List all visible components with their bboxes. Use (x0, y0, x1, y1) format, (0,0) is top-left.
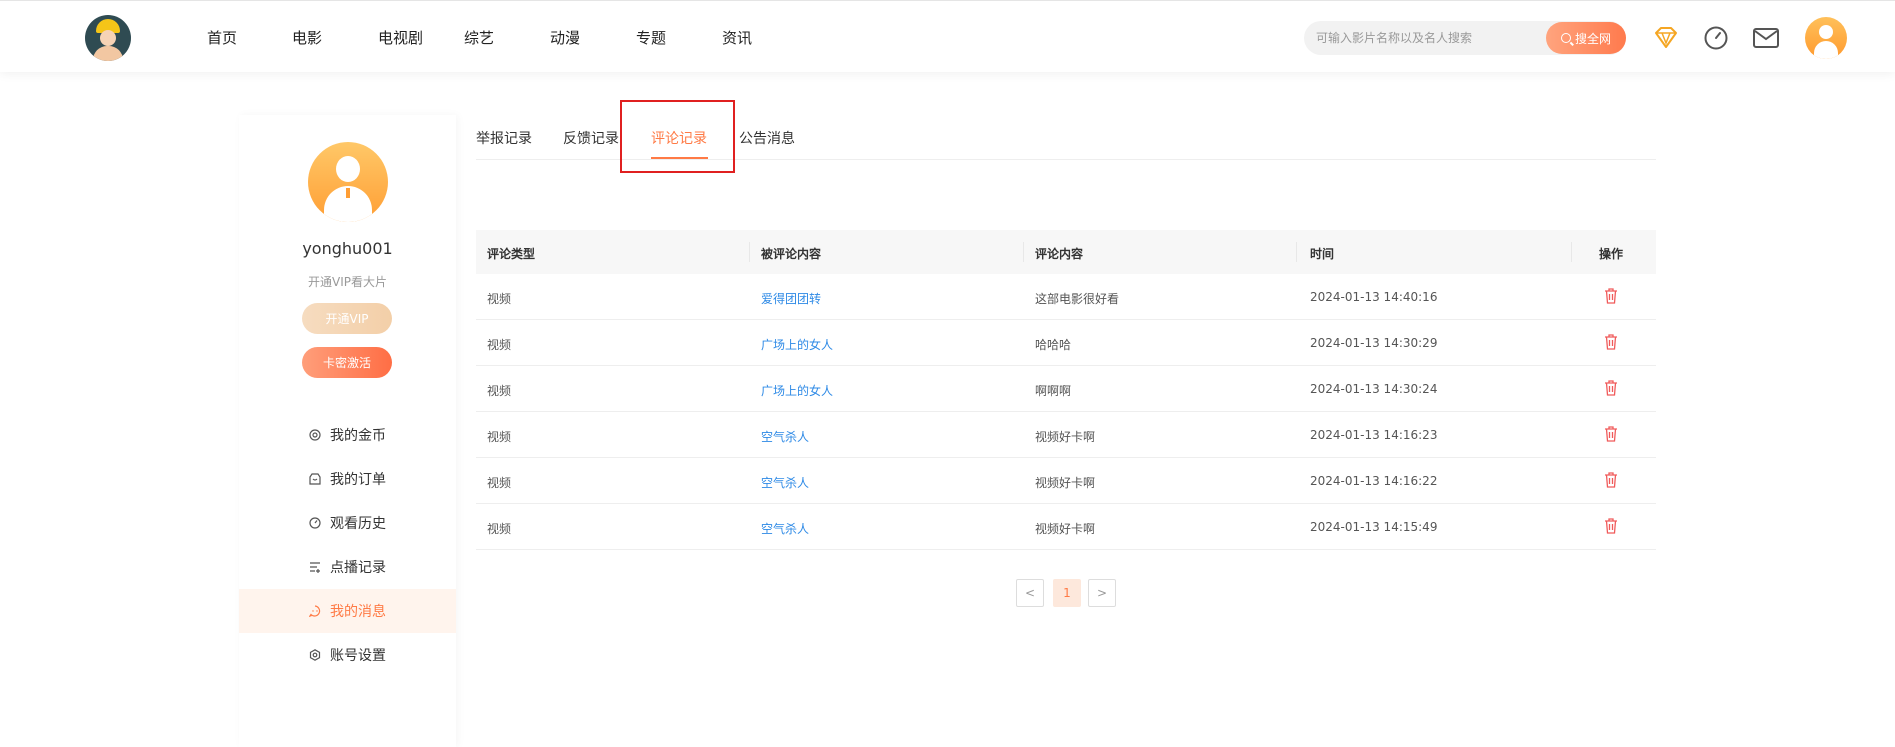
sidebar-item-coins[interactable]: 我的金币 (239, 413, 456, 457)
next-page-button[interactable]: > (1088, 579, 1116, 607)
diamond-icon[interactable] (1652, 25, 1680, 51)
cell-target-link[interactable]: 空气杀人 (761, 474, 809, 491)
delete-icon[interactable] (1604, 472, 1618, 488)
cell-content: 啊啊啊 (1035, 384, 1072, 398)
column-divider (749, 242, 750, 262)
search-button-label: 搜全网 (1574, 31, 1611, 46)
comments-table: 评论类型 被评论内容 评论内容 时间 操作 视频 爱得团团转 这部电影很好看 2… (476, 230, 1656, 550)
column-divider (1296, 242, 1297, 262)
table-row: 视频 空气杀人 视频好卡啊 2024-01-13 14:16:22 (476, 458, 1656, 504)
sidebar-item-label: 账号设置 (330, 648, 386, 664)
delete-icon[interactable] (1604, 334, 1618, 350)
site-logo[interactable] (85, 15, 131, 61)
header-avatar[interactable] (1805, 17, 1847, 59)
cell-target-link[interactable]: 爱得团团转 (761, 290, 821, 307)
nav-item-home[interactable]: 首页 (207, 27, 237, 48)
column-header-time: 时间 (1310, 247, 1335, 261)
nav-item-variety[interactable]: 综艺 (464, 27, 494, 48)
cell-target-link[interactable]: 广场上的女人 (761, 382, 833, 399)
order-icon (309, 473, 321, 485)
clock-icon[interactable] (1702, 25, 1730, 51)
cell-time: 2024-01-13 14:30:24 (1310, 382, 1438, 396)
search-button[interactable]: 搜全网 (1546, 22, 1626, 54)
column-divider (1571, 242, 1572, 262)
cell-target-link[interactable]: 广场上的女人 (761, 336, 833, 353)
playlist-icon (310, 562, 320, 573)
sidebar-item-label: 我的金币 (330, 428, 386, 444)
cell-type: 视频 (487, 338, 512, 352)
nav-item-topics[interactable]: 专题 (636, 27, 666, 48)
sidebar-item-orders[interactable]: 我的订单 (239, 457, 456, 501)
cell-target-link[interactable]: 空气杀人 (761, 428, 809, 445)
cell-type: 视频 (487, 292, 512, 306)
history-icon (309, 517, 321, 529)
cell-content: 视频好卡啊 (1035, 522, 1096, 536)
cell-time: 2024-01-13 14:40:16 (1310, 290, 1438, 304)
tab-report-records[interactable]: 举报记录 (476, 128, 532, 148)
vip-tip: 开通VIP看大片 (308, 275, 387, 289)
column-divider (1023, 242, 1024, 262)
sidebar-item-history[interactable]: 观看历史 (239, 501, 456, 545)
cell-content: 这部电影很好看 (1035, 292, 1120, 306)
username: yonghu001 (302, 239, 393, 258)
tab-feedback-records[interactable]: 反馈记录 (563, 128, 619, 148)
cell-type: 视频 (487, 522, 512, 536)
coin-icon (309, 429, 321, 441)
sidebar-item-settings[interactable]: 账号设置 (239, 633, 456, 677)
table-header: 评论类型 被评论内容 评论内容 时间 操作 (476, 230, 1656, 274)
sidebar-item-label: 我的消息 (330, 604, 386, 620)
current-page[interactable]: 1 (1053, 579, 1081, 607)
table-row: 视频 广场上的女人 啊啊啊 2024-01-13 14:30:24 (476, 366, 1656, 412)
table-row: 视频 空气杀人 视频好卡啊 2024-01-13 14:16:23 (476, 412, 1656, 458)
highlight-annotation (620, 100, 735, 173)
cell-content: 视频好卡啊 (1035, 476, 1096, 490)
table-row: 视频 爱得团团转 这部电影很好看 2024-01-13 14:40:16 (476, 274, 1656, 320)
cell-content: 视频好卡啊 (1035, 430, 1096, 444)
column-header-actions: 操作 (1599, 247, 1624, 261)
nav-item-news[interactable]: 资讯 (722, 27, 752, 48)
sidebar-item-messages[interactable]: 我的消息 (239, 589, 456, 633)
open-vip-button[interactable]: 开通VIP (302, 303, 392, 334)
cell-content: 哈哈哈 (1035, 338, 1072, 352)
delete-icon[interactable] (1604, 288, 1618, 304)
cell-time: 2024-01-13 14:16:22 (1310, 474, 1438, 488)
cell-type: 视频 (487, 384, 512, 398)
user-sidebar: yonghu001 开通VIP看大片 开通VIP 卡密激活 我的金币 我的订单 … (239, 115, 456, 747)
nav-item-movies[interactable]: 电影 (292, 27, 322, 48)
message-icon (309, 605, 321, 617)
cell-time: 2024-01-13 14:15:49 (1310, 520, 1438, 534)
cell-time: 2024-01-13 14:16:23 (1310, 428, 1438, 442)
sidebar-menu: 我的金币 我的订单 观看历史 点播记录 我的消息 账号设置 (239, 413, 456, 677)
table-row: 视频 空气杀人 视频好卡啊 2024-01-13 14:15:49 (476, 504, 1656, 550)
cell-target-link[interactable]: 空气杀人 (761, 520, 809, 537)
sidebar-item-label: 我的订单 (330, 472, 386, 488)
card-activate-button[interactable]: 卡密激活 (302, 347, 392, 378)
cell-type: 视频 (487, 430, 512, 444)
nav-item-anime[interactable]: 动漫 (550, 27, 580, 48)
tab-announcements[interactable]: 公告消息 (739, 128, 795, 148)
table-row: 视频 广场上的女人 哈哈哈 2024-01-13 14:30:29 (476, 320, 1656, 366)
mail-icon[interactable] (1752, 25, 1780, 51)
column-header-target: 被评论内容 (761, 247, 822, 261)
cell-time: 2024-01-13 14:30:29 (1310, 336, 1438, 350)
prev-page-button[interactable]: < (1016, 579, 1044, 607)
cell-type: 视频 (487, 476, 512, 490)
settings-icon (309, 649, 321, 661)
user-avatar (308, 142, 388, 222)
sidebar-item-playlist[interactable]: 点播记录 (239, 545, 456, 589)
nav-item-tv[interactable]: 电视剧 (378, 27, 423, 48)
delete-icon[interactable] (1604, 380, 1618, 396)
column-header-content: 评论内容 (1035, 247, 1084, 261)
delete-icon[interactable] (1604, 426, 1618, 442)
search-input[interactable] (1316, 21, 1536, 55)
sidebar-item-label: 观看历史 (330, 516, 386, 532)
search-icon (1560, 33, 1571, 43)
column-header-type: 评论类型 (487, 247, 536, 261)
top-navbar: 首页 电影 电视剧 综艺 动漫 专题 资讯 搜全网 (0, 0, 1895, 72)
search-bar: 搜全网 (1304, 21, 1626, 55)
sidebar-item-label: 点播记录 (330, 560, 386, 576)
delete-icon[interactable] (1604, 518, 1618, 534)
